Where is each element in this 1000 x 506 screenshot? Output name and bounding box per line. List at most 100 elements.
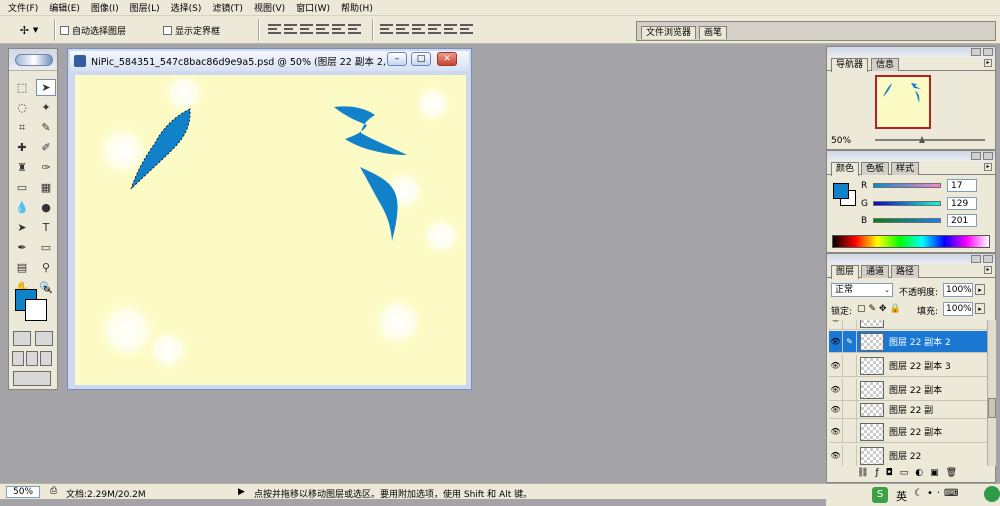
screen-mode-full-menu-icon[interactable]: [26, 351, 38, 366]
menu-image[interactable]: 图像(I): [91, 1, 119, 14]
tab-info[interactable]: 信息: [871, 58, 900, 71]
navigator-preview[interactable]: [875, 75, 931, 129]
visibility-eye-icon[interactable]: 👁: [829, 398, 843, 421]
close-icon[interactable]: [983, 152, 993, 160]
green-value-input[interactable]: 129: [947, 197, 977, 210]
align-vcenter-icon[interactable]: [284, 23, 297, 35]
distribute-left-icon[interactable]: [428, 23, 441, 35]
background-color-swatch[interactable]: [25, 299, 47, 321]
crop-tool-icon[interactable]: ⌗: [12, 119, 32, 136]
layer-row[interactable]: 👁 图层 22: [829, 444, 987, 466]
minimize-icon[interactable]: [971, 255, 981, 263]
visibility-eye-icon[interactable]: 👁: [829, 444, 843, 466]
shape-tool-icon[interactable]: ▭: [36, 239, 56, 256]
brush-tool-icon[interactable]: ✐: [36, 139, 56, 156]
tab-paths[interactable]: 路径: [891, 265, 920, 278]
lock-icons[interactable]: ▢✎✥🔒: [857, 304, 904, 314]
auto-select-checkbox[interactable]: 自动选择图层: [60, 24, 126, 37]
tray-status-icon[interactable]: [984, 486, 1000, 502]
foreground-color-swatch[interactable]: [833, 183, 849, 199]
tab-color[interactable]: 颜色: [831, 162, 860, 176]
color-ramp[interactable]: [832, 235, 990, 248]
layer-link-cell[interactable]: [843, 444, 857, 466]
menu-layer[interactable]: 图层(L): [130, 1, 160, 14]
close-icon[interactable]: [983, 48, 993, 56]
checkbox-box[interactable]: [60, 26, 69, 35]
healing-brush-icon[interactable]: ✚: [12, 139, 32, 156]
show-bounds-checkbox[interactable]: 显示定界框: [163, 24, 220, 37]
close-icon[interactable]: [983, 255, 993, 263]
clone-stamp-icon[interactable]: ♜: [12, 159, 32, 176]
path-select-icon[interactable]: ➤: [12, 219, 32, 236]
tray-icons[interactable]: ☾•·⌨: [914, 488, 962, 499]
visibility-eye-icon[interactable]: 👁: [829, 320, 843, 330]
checkbox-box[interactable]: [163, 26, 172, 35]
opacity-flyout-icon[interactable]: ▸: [975, 284, 985, 295]
tab-channels[interactable]: 通道: [861, 265, 890, 278]
status-zoom-input[interactable]: 50%: [6, 486, 40, 498]
layer-row[interactable]: 👁 ✎ 图层 22 副本 2: [829, 330, 987, 353]
align-left-icon[interactable]: [316, 23, 329, 35]
eraser-tool-icon[interactable]: ▭: [12, 179, 32, 196]
layer-row[interactable]: 👁 图层 22 副本 3: [829, 354, 987, 377]
distribute-hcenter-icon[interactable]: [444, 23, 457, 35]
adjustment-layer-icon[interactable]: ◐: [915, 468, 923, 478]
sogou-ime-icon[interactable]: S: [872, 487, 888, 503]
tab-brushes[interactable]: 画笔: [699, 26, 728, 39]
screen-mode-full-icon[interactable]: [40, 351, 52, 366]
history-brush-icon[interactable]: ✑: [36, 159, 56, 176]
screen-mode-standard-icon[interactable]: [12, 351, 24, 366]
align-top-icon[interactable]: [268, 23, 281, 35]
align-right-icon[interactable]: [348, 23, 361, 35]
menu-window[interactable]: 窗口(W): [296, 1, 330, 14]
distribute-vcenter-icon[interactable]: [396, 23, 409, 35]
align-hcenter-icon[interactable]: [332, 23, 345, 35]
visibility-eye-icon[interactable]: 👁: [829, 420, 843, 443]
layer-link-cell[interactable]: [843, 398, 857, 421]
layer-link-cell[interactable]: [843, 354, 857, 377]
visibility-eye-icon[interactable]: 👁: [829, 330, 843, 353]
menu-filter[interactable]: 滤镜(T): [212, 1, 243, 14]
eyedropper-tool-icon[interactable]: ⚲: [36, 259, 56, 276]
blur-tool-icon[interactable]: 💧: [12, 199, 32, 216]
blend-mode-select[interactable]: 正常 ⌄: [831, 283, 893, 297]
layer-row-partial[interactable]: 👁: [829, 320, 987, 330]
new-set-icon[interactable]: ▭: [900, 468, 909, 478]
layer-link-cell[interactable]: [843, 378, 857, 401]
layer-style-icon[interactable]: ƒ: [875, 468, 878, 478]
jump-to-imageready-icon[interactable]: [13, 371, 51, 386]
new-layer-icon[interactable]: ▣: [930, 468, 939, 478]
navigator-zoom-slider[interactable]: [875, 139, 985, 141]
navigator-zoom[interactable]: 50%: [831, 136, 851, 146]
panel-menu-icon[interactable]: ▸: [984, 163, 992, 171]
visibility-eye-icon[interactable]: 👁: [829, 354, 843, 377]
distribute-top-icon[interactable]: [380, 23, 393, 35]
menu-select[interactable]: 选择(S): [171, 1, 202, 14]
brush-icon[interactable]: ✎: [843, 330, 857, 353]
trash-icon[interactable]: 🗑: [946, 468, 957, 478]
pen-tool-icon[interactable]: ✒: [12, 239, 32, 256]
layer-row[interactable]: 👁 图层 22 副本: [829, 420, 987, 443]
standard-mode-icon[interactable]: [13, 331, 31, 346]
tab-navigator[interactable]: 导航器: [831, 58, 869, 72]
layers-scrollbar[interactable]: [987, 320, 996, 466]
status-menu-arrow-icon[interactable]: ▶: [238, 487, 245, 497]
red-slider[interactable]: [873, 183, 941, 188]
opacity-input[interactable]: 100%: [943, 283, 973, 297]
mask-icon[interactable]: ◘: [886, 468, 893, 478]
layer-row[interactable]: 👁 图层 22 副: [829, 398, 987, 421]
marquee-tool-icon[interactable]: ⬚: [12, 79, 32, 96]
image-canvas[interactable]: [75, 75, 466, 385]
tab-layers[interactable]: 图层: [831, 265, 860, 279]
quick-mask-mode-icon[interactable]: [35, 331, 53, 346]
tool-preset-picker[interactable]: ✢ ▼: [8, 20, 50, 40]
swap-colors-icon[interactable]: ↻: [43, 285, 51, 295]
scrollbar-thumb[interactable]: [988, 398, 996, 418]
minimize-button[interactable]: –: [387, 52, 407, 66]
minimize-icon[interactable]: [971, 152, 981, 160]
menu-file[interactable]: 文件(F): [8, 1, 38, 14]
tab-styles[interactable]: 样式: [891, 162, 920, 175]
layer-link-cell[interactable]: [843, 420, 857, 443]
blue-value-input[interactable]: 201: [947, 214, 977, 227]
document-titlebar[interactable]: NiPic_584351_547c8bac86d9e9a5.psd @ 50% …: [70, 51, 469, 71]
